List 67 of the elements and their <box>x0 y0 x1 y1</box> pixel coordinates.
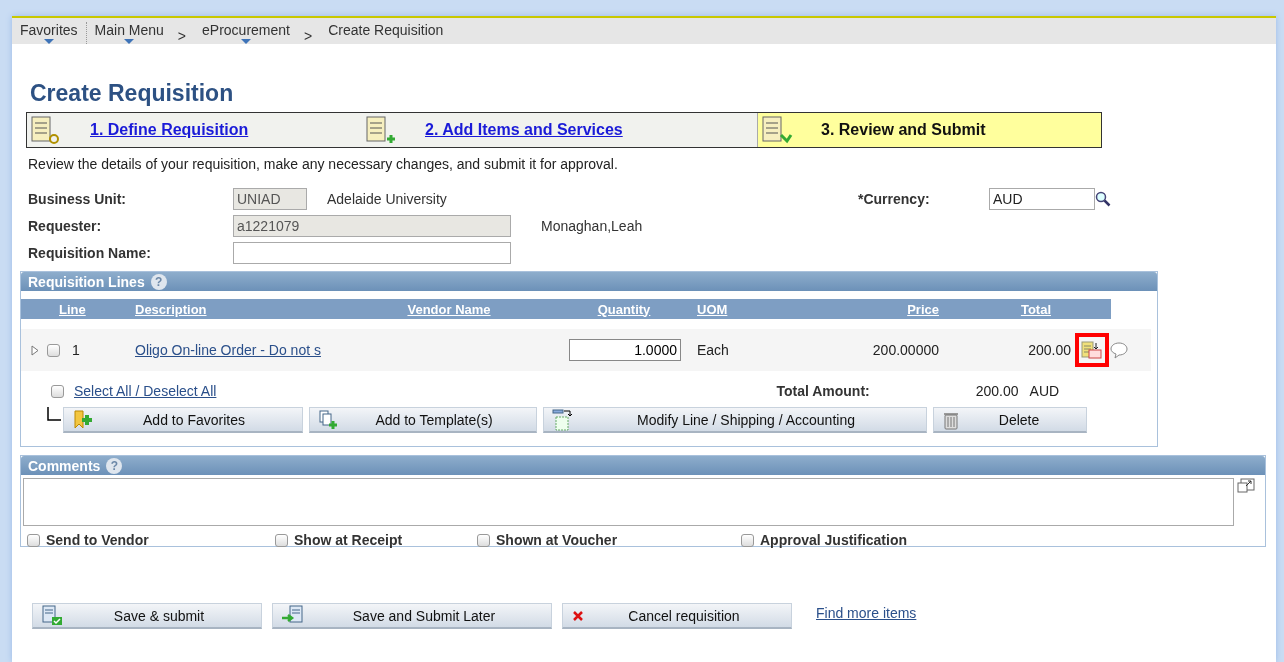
quantity-field[interactable]: 1.0000 <box>569 339 681 361</box>
comment-bubble-icon[interactable] <box>1109 340 1129 360</box>
step-tab[interactable]: 1. Define Requisition <box>27 113 362 147</box>
document-icon <box>365 115 397 145</box>
field-label: Requisition Name: <box>28 244 152 261</box>
table-cell: 1 <box>72 342 80 358</box>
checkbox[interactable] <box>47 343 60 357</box>
field-description: Adelaide University <box>327 190 447 207</box>
document-icon[interactable] <box>1081 340 1103 360</box>
expand-arrow-icon[interactable] <box>31 344 39 356</box>
breadcrumb-link[interactable]: Favorites <box>12 22 87 44</box>
select-all-link[interactable]: Select All / Deselect All <box>74 383 217 399</box>
section-title: Requisition Lines <box>28 273 145 290</box>
currency-field[interactable]: AUD <box>989 187 1095 210</box>
checkbox-label: Approval Justification <box>760 532 908 548</box>
breadcrumb-link[interactable]: Main Menu <box>86 22 172 44</box>
breadcrumb-separator: > <box>302 28 314 44</box>
table-cell: 200.00000 <box>872 342 939 358</box>
find-more-link[interactable]: Find more items <box>816 605 917 621</box>
dropdown-arrow-icon <box>43 39 54 44</box>
bookmark-plus-icon <box>72 409 94 430</box>
text-field[interactable] <box>233 241 511 264</box>
checkbox-label: Send to Vendor <box>46 532 149 548</box>
instructions-text: Review the details of your requisition, make any necessary changes, and submit it for approval. <box>28 156 619 172</box>
field-label: Requester: <box>28 217 103 234</box>
section-title: Comments <box>28 457 101 474</box>
checkbox[interactable] <box>275 533 288 547</box>
comment-field[interactable] <box>23 478 1234 526</box>
total-label: Total Amount: <box>776 383 870 399</box>
dropdown-arrow-icon <box>241 39 251 44</box>
breadcrumb-link[interactable]: Create Requisition <box>320 22 452 44</box>
document-check-icon <box>41 604 65 627</box>
document-icon <box>30 115 62 145</box>
step-tab[interactable]: 3. Review and Submit <box>757 113 1101 147</box>
checkbox-label: Shown at Voucher <box>496 532 618 548</box>
action-button[interactable]: Add to Favorites <box>63 407 303 433</box>
checkbox[interactable] <box>27 533 40 547</box>
field-label: Business Unit: <box>28 190 127 207</box>
total-currency: AUD <box>1029 383 1060 399</box>
table-cell: Each <box>697 342 729 358</box>
action-button[interactable]: Modify Line / Shipping / Accounting <box>543 407 927 433</box>
field-description: Monaghan,Leah <box>541 217 643 234</box>
list-arrow-icon <box>552 408 574 431</box>
document-icon <box>761 115 793 145</box>
checkbox[interactable] <box>51 384 64 398</box>
documents-plus-icon <box>318 409 340 430</box>
step-tab[interactable]: 2. Add Items and Services <box>362 113 757 147</box>
checkbox[interactable] <box>741 533 754 547</box>
action-button[interactable]: Add to Template(s) <box>309 407 537 433</box>
action-button[interactable]: Save & submit <box>32 603 262 629</box>
expand-icon[interactable] <box>1237 478 1255 494</box>
action-button[interactable]: Save and Submit Later <box>272 603 552 629</box>
breadcrumb-separator: > <box>176 28 188 44</box>
table-cell: 200.00 <box>1028 342 1071 358</box>
checkbox-label: Show at Receipt <box>294 532 403 548</box>
checkbox[interactable] <box>477 533 490 547</box>
field-label: *Currency: <box>858 190 931 207</box>
action-button[interactable]: Delete <box>933 407 1087 433</box>
description-link[interactable]: Oligo On-line Order - Do not s <box>135 342 321 358</box>
dropdown-arrow-icon <box>124 39 135 44</box>
close-icon <box>571 608 585 623</box>
search-icon[interactable] <box>1095 190 1111 207</box>
action-button[interactable]: Cancel requisition <box>562 603 792 629</box>
breadcrumb-link[interactable]: eProcurement <box>194 22 298 44</box>
connector-line <box>47 407 61 421</box>
page-title: Create Requisition <box>30 80 235 108</box>
total-value: 200.00 <box>975 383 1019 399</box>
